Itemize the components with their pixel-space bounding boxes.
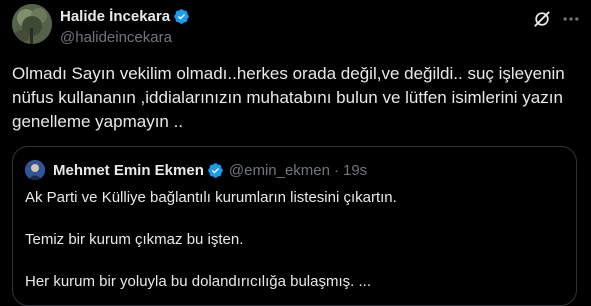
- more-options-icon[interactable]: [560, 9, 582, 29]
- quote-separator: ·: [333, 161, 339, 179]
- tweet-text: Olmadı Sayın vekilim olmadı..herkes orad…: [12, 64, 565, 131]
- quoted-tweet[interactable]: Mehmet Emin Ekmen @emin_ekmen · 19s Ak P…: [12, 146, 577, 306]
- author-name-row: Halide İncekara: [60, 6, 190, 26]
- quote-author-name[interactable]: Mehmet Emin Ekmen: [53, 162, 204, 179]
- author-avatar[interactable]: [12, 4, 52, 44]
- quote-timestamp[interactable]: 19s: [343, 162, 367, 179]
- quote-author-handle: @emin_ekmen: [228, 161, 330, 179]
- verified-badge-icon: [174, 8, 189, 24]
- tweet: Halide İncekara @halideincekara Olmadı S…: [0, 0, 591, 306]
- grok-icon[interactable]: [532, 9, 552, 29]
- quote-header: Mehmet Emin Ekmen @emin_ekmen · 19s: [53, 160, 367, 180]
- author-handle[interactable]: @halideincekara: [60, 29, 190, 46]
- quote-text-line: Temiz bir kurum çıkmaz bu işten.: [25, 231, 244, 248]
- quote-text-line: Ak Parti ve Külliye bağlantılı kurumları…: [25, 189, 397, 206]
- quote-avatar-image: [25, 160, 45, 180]
- quote-author-avatar[interactable]: [25, 160, 45, 180]
- quote-text-line: Her kurum bir yoluyla bu dolandırıcılığa…: [25, 273, 371, 290]
- author-info: Halide İncekara @halideincekara: [60, 6, 190, 46]
- avatar-image: [12, 4, 52, 44]
- author-name[interactable]: Halide İncekara: [60, 8, 170, 25]
- quote-verified-badge-icon: [208, 162, 223, 178]
